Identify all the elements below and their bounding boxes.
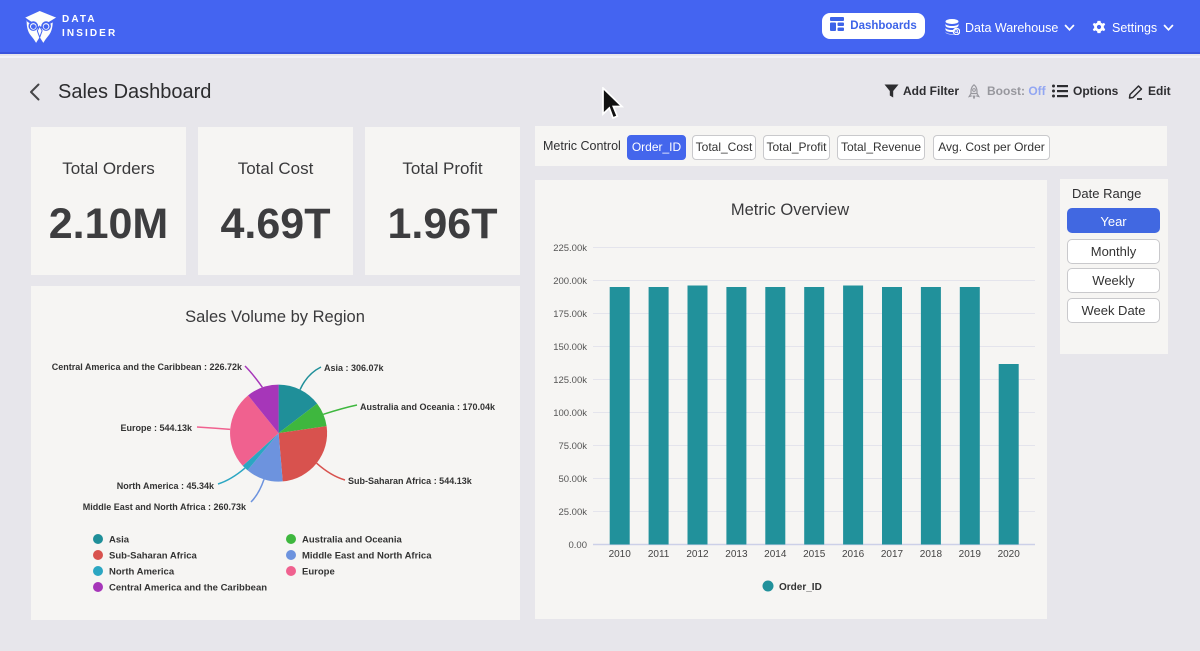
- svg-text:2012: 2012: [686, 549, 709, 560]
- svg-text:Metric Overview: Metric Overview: [731, 201, 849, 219]
- svg-text:225.00k: 225.00k: [553, 243, 587, 254]
- svg-text:2018: 2018: [920, 549, 943, 560]
- svg-text:Europe: Europe: [302, 567, 335, 578]
- svg-text:175.00k: 175.00k: [553, 309, 587, 320]
- svg-text:Sub-Saharan Africa: Sub-Saharan Africa: [109, 551, 198, 562]
- svg-text:North America : 45.34k: North America : 45.34k: [117, 481, 215, 491]
- svg-text:125.00k: 125.00k: [553, 375, 587, 386]
- svg-text:150.00k: 150.00k: [553, 342, 587, 353]
- svg-text:Middle East and North Africa :: Middle East and North Africa : 260.73k: [83, 502, 247, 512]
- svg-text:Middle East and North Africa: Middle East and North Africa: [302, 551, 432, 562]
- svg-text:2019: 2019: [959, 549, 982, 560]
- svg-text:Asia : 306.07k: Asia : 306.07k: [324, 363, 385, 373]
- svg-text:0.00: 0.00: [569, 540, 588, 551]
- svg-text:2011: 2011: [648, 549, 670, 560]
- svg-text:25.00k: 25.00k: [558, 507, 587, 518]
- svg-text:2010: 2010: [609, 549, 632, 560]
- svg-text:2013: 2013: [725, 549, 748, 560]
- svg-text:75.00k: 75.00k: [558, 441, 587, 452]
- svg-text:50.00k: 50.00k: [558, 474, 587, 485]
- svg-text:100.00k: 100.00k: [553, 408, 587, 419]
- svg-text:Order_ID: Order_ID: [779, 582, 822, 593]
- svg-text:Australia and Oceania: Australia and Oceania: [302, 535, 403, 546]
- svg-text:2014: 2014: [764, 549, 787, 560]
- svg-text:Sales Volume by Region: Sales Volume by Region: [185, 308, 365, 326]
- svg-text:Asia: Asia: [109, 535, 130, 546]
- svg-text:North America: North America: [109, 567, 175, 578]
- svg-text:Central America and the Caribb: Central America and the Caribbean : 226.…: [52, 362, 243, 372]
- svg-text:Europe : 544.13k: Europe : 544.13k: [120, 423, 193, 433]
- svg-text:200.00k: 200.00k: [553, 276, 587, 287]
- svg-text:2017: 2017: [881, 549, 904, 560]
- svg-text:Australia and Oceania : 170.04: Australia and Oceania : 170.04k: [360, 402, 496, 412]
- svg-text:2015: 2015: [803, 549, 826, 560]
- svg-text:2020: 2020: [998, 549, 1021, 560]
- svg-text:Central America and the Caribb: Central America and the Caribbean: [109, 583, 267, 594]
- svg-text:Sub-Saharan Africa : 544.13k: Sub-Saharan Africa : 544.13k: [348, 476, 473, 486]
- svg-text:2016: 2016: [842, 549, 865, 560]
